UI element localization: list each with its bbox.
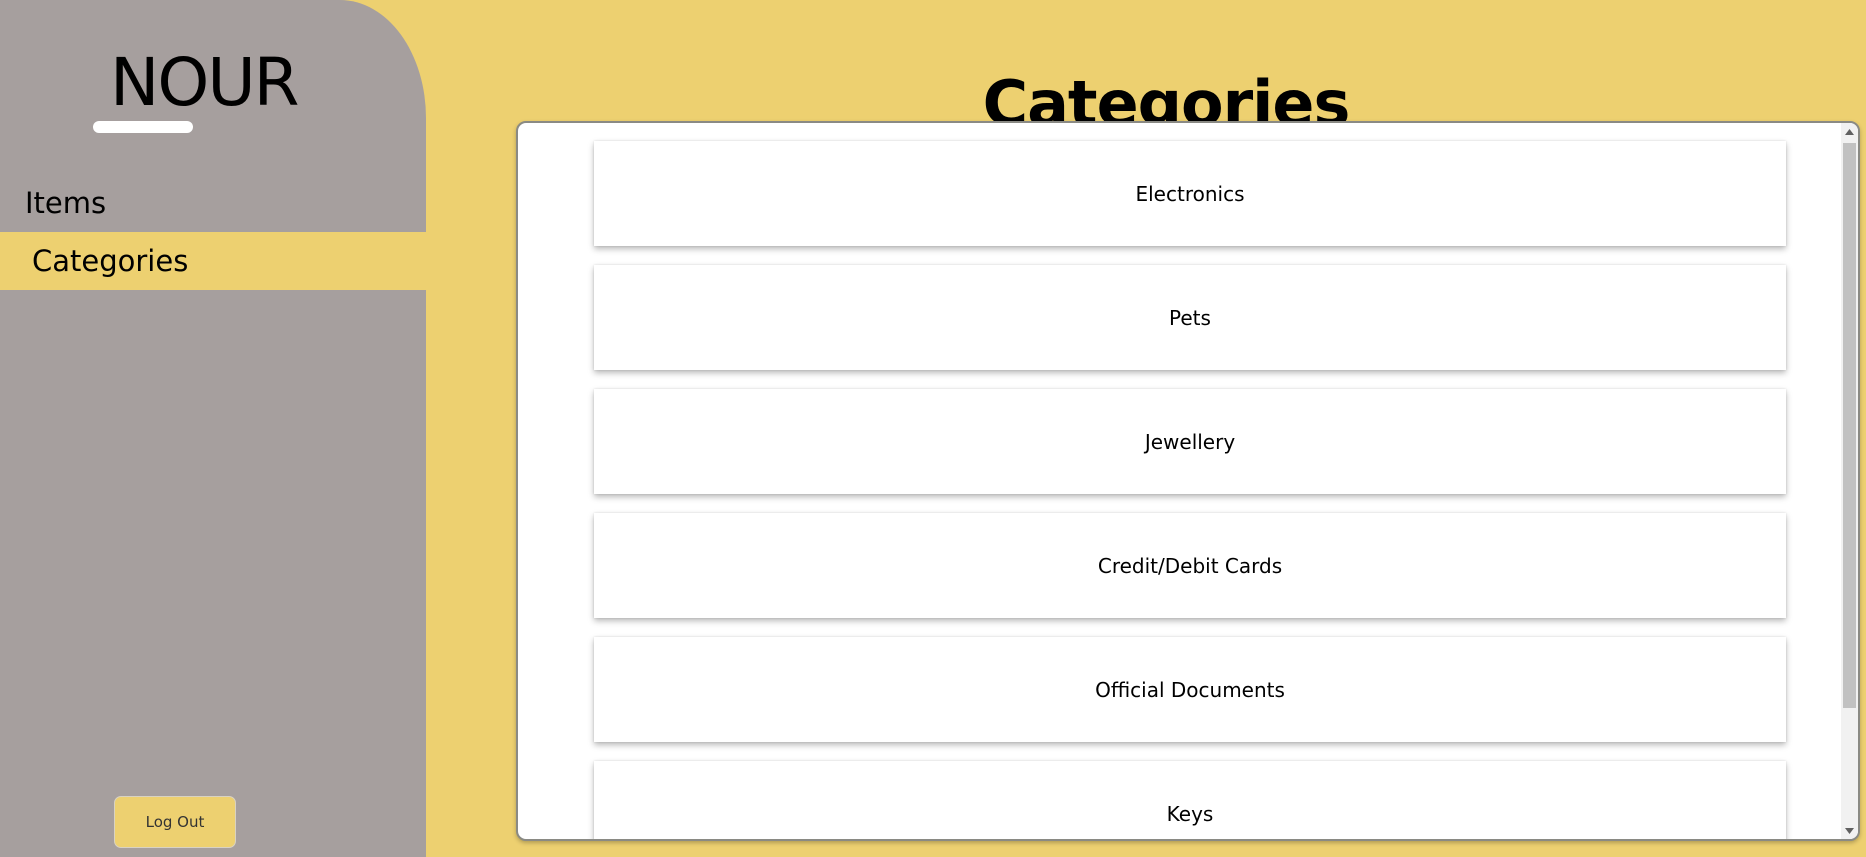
- vertical-scrollbar[interactable]: [1841, 123, 1858, 839]
- app-page: NOUR Items Categories Log Out Categories…: [0, 0, 1866, 857]
- sidebar-item-label: Items: [25, 186, 107, 220]
- scroll-up-arrow-icon[interactable]: [1841, 123, 1858, 140]
- category-card[interactable]: Jewellery: [594, 389, 1786, 494]
- category-label: Credit/Debit Cards: [1097, 553, 1283, 578]
- brand-underline: [93, 121, 193, 133]
- category-list-panel: Electronics Pets Jewellery Credit/Debit …: [516, 121, 1860, 841]
- sidebar-item-items[interactable]: Items: [0, 174, 426, 232]
- sidebar-nav: Items Categories: [0, 174, 426, 290]
- scroll-thumb[interactable]: [1843, 143, 1856, 708]
- sidebar-item-label: Categories: [32, 244, 189, 278]
- sidebar: NOUR Items Categories Log Out: [0, 0, 426, 857]
- brand-logo: NOUR: [110, 44, 299, 121]
- category-card[interactable]: Credit/Debit Cards: [594, 513, 1786, 618]
- category-card[interactable]: Electronics: [594, 141, 1786, 246]
- category-card[interactable]: Official Documents: [594, 637, 1786, 742]
- category-card[interactable]: Keys: [594, 761, 1786, 839]
- category-label: Official Documents: [1095, 677, 1285, 702]
- category-card[interactable]: Pets: [594, 265, 1786, 370]
- category-label: Keys: [1166, 801, 1214, 826]
- logout-button[interactable]: Log Out: [114, 796, 236, 848]
- scroll-down-arrow-icon[interactable]: [1841, 822, 1858, 839]
- sidebar-item-categories[interactable]: Categories: [0, 232, 426, 290]
- category-label: Electronics: [1135, 181, 1245, 206]
- category-label: Jewellery: [1144, 429, 1236, 454]
- category-label: Pets: [1169, 305, 1211, 330]
